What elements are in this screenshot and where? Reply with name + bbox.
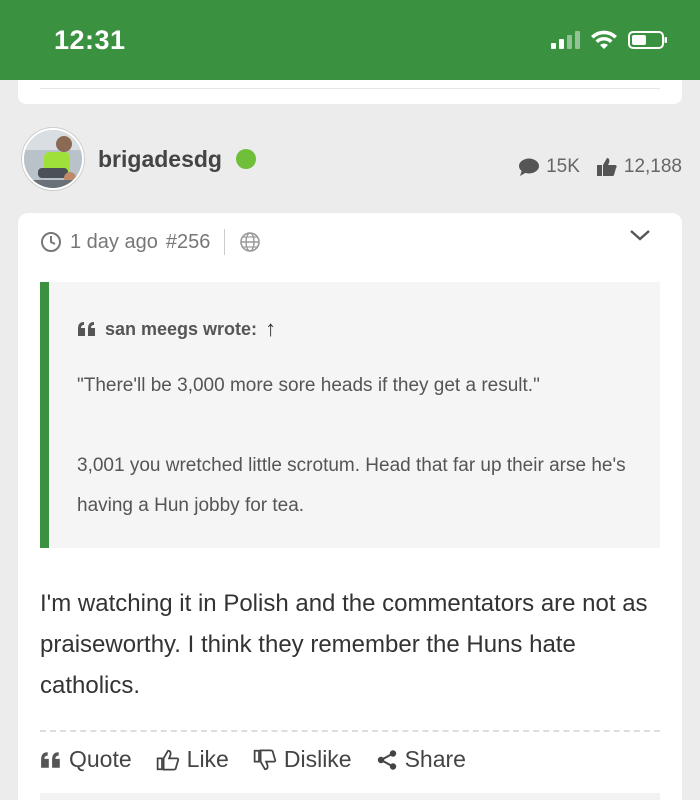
status-bar: 12:31: [0, 0, 700, 80]
avatar-image: [24, 130, 82, 188]
quote-block: san meegs wrote: ↑ "There'll be 3,000 mo…: [40, 282, 660, 548]
post-card: 1 day ago #256 san meegs wrote: ↑ "There…: [18, 213, 682, 800]
online-status-icon: [236, 149, 256, 169]
wifi-icon: [591, 30, 617, 49]
share-icon: [377, 749, 396, 770]
quote-icon: [78, 322, 95, 336]
status-icons: [551, 30, 668, 50]
comment-icon: [519, 158, 540, 176]
divider: [224, 229, 226, 255]
next-section-edge: [40, 793, 660, 800]
like-count-value: 12,188: [623, 156, 682, 177]
status-time: 12:31: [54, 25, 126, 55]
divider: [40, 730, 660, 732]
post-time: 1 day ago: [70, 230, 158, 253]
go-to-quote-arrow-icon[interactable]: ↑: [265, 316, 276, 342]
quote-icon: [41, 751, 60, 768]
quote-line: "There'll be 3,000 more sore heads if th…: [77, 375, 540, 396]
quote-header: san meegs wrote: ↑: [77, 316, 276, 342]
like-count: 12,188: [596, 156, 682, 178]
post-number[interactable]: #256: [166, 231, 211, 254]
post-actions: Quote Like Dislike Share: [40, 746, 466, 773]
avatar[interactable]: [22, 128, 84, 190]
post-count-value: 15K: [546, 156, 580, 177]
dislike-button[interactable]: Dislike: [253, 746, 352, 773]
thumbs-up-icon: [596, 158, 617, 176]
post-count: 15K: [518, 156, 580, 178]
quote-button[interactable]: Quote: [40, 746, 132, 773]
chevron-down-icon[interactable]: [628, 227, 652, 243]
quote-button-label: Quote: [69, 746, 132, 772]
thumbs-up-icon: [156, 749, 179, 770]
clock-icon: [41, 232, 61, 252]
post-author-row: brigadesdg 15K 12,188: [0, 126, 700, 196]
quote-line: 3,001 you wretched little scrotum. Head …: [77, 455, 626, 516]
like-button-label: Like: [186, 746, 229, 772]
post-body: I'm watching it in Polish and the commen…: [40, 590, 648, 699]
post-meta: 1 day ago #256: [40, 229, 261, 255]
battery-icon: [628, 31, 667, 49]
share-button-label: Share: [404, 746, 466, 772]
username[interactable]: brigadesdg: [98, 146, 222, 173]
cellular-signal-icon: [551, 31, 580, 49]
globe-icon: [240, 232, 261, 252]
share-button[interactable]: Share: [376, 746, 466, 773]
thumbs-down-icon: [253, 749, 277, 770]
like-button[interactable]: Like: [156, 746, 229, 773]
dislike-button-label: Dislike: [283, 746, 352, 772]
previous-post-card-bottom: [18, 80, 682, 104]
divider: [40, 88, 660, 89]
quote-text: "There'll be 3,000 more sore heads if th…: [77, 366, 647, 526]
quote-author[interactable]: san meegs wrote:: [105, 319, 257, 340]
author-stats: 15K 12,188: [518, 156, 682, 178]
